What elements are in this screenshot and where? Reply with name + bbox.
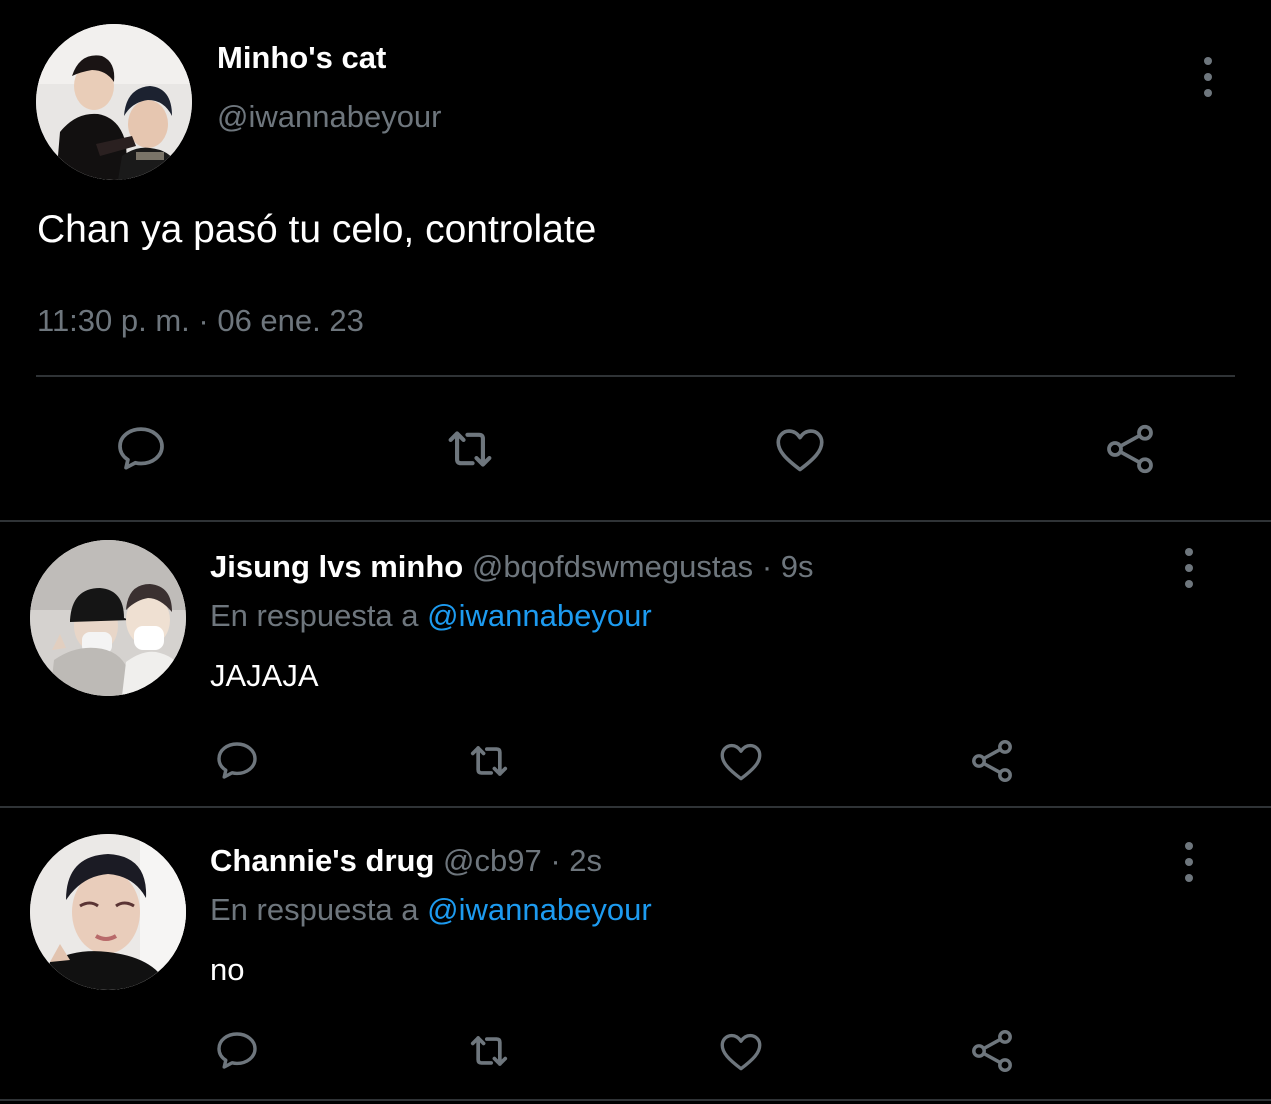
- reply-1-context: En respuesta a @iwannabeyour: [210, 598, 652, 634]
- profile-photo-icon: [36, 24, 192, 180]
- main-tweet-timestamp[interactable]: 11:30 p. m. · 06 ene. 23: [37, 302, 364, 340]
- reply-1-like-button[interactable]: [714, 734, 768, 788]
- retweet-icon: [470, 746, 508, 776]
- share-icon: [972, 1029, 1012, 1073]
- profile-photo-icon: [30, 834, 186, 990]
- main-share-button[interactable]: [1095, 414, 1165, 484]
- thread-divider: [0, 520, 1271, 522]
- reply-1-display-name[interactable]: Jisung lvs minho: [210, 549, 463, 584]
- reply-icon: [217, 1032, 257, 1069]
- main-tweet-more-icon[interactable]: [1200, 57, 1216, 97]
- main-tweet-display-name[interactable]: Minho's cat: [217, 40, 386, 76]
- reply-2-time[interactable]: · 2s: [550, 843, 602, 878]
- reply-2-retweet-button[interactable]: [462, 1024, 516, 1078]
- like-icon: [720, 1033, 762, 1071]
- reply-1-retweet-button[interactable]: [462, 734, 516, 788]
- reply-2-reply-prefix: En respuesta a: [210, 892, 419, 927]
- retweet-icon: [448, 431, 492, 467]
- profile-photo-icon: [30, 540, 186, 696]
- reply-2-reply-to-link[interactable]: @iwannabeyour: [427, 892, 652, 927]
- reply-1-share-button[interactable]: [965, 734, 1019, 788]
- main-retweet-button[interactable]: [435, 414, 505, 484]
- main-tweet-handle[interactable]: @iwannabeyour: [217, 99, 442, 135]
- reply-icon: [118, 427, 164, 470]
- reply-2-reply-button[interactable]: [210, 1024, 264, 1078]
- main-tweet-avatar[interactable]: [36, 24, 192, 180]
- reply-2-text: no: [210, 952, 245, 987]
- reply-1-time[interactable]: · 9s: [762, 549, 814, 584]
- like-icon: [776, 429, 824, 472]
- reply-2-divider: [0, 1099, 1271, 1101]
- reply-1-reply-prefix: En respuesta a: [210, 598, 419, 633]
- retweet-icon: [470, 1036, 508, 1066]
- reply-2-like-button[interactable]: [714, 1024, 768, 1078]
- reply-1-more-icon[interactable]: [1181, 548, 1197, 588]
- reply-2-display-name[interactable]: Channie's drug: [210, 843, 434, 878]
- reply-1-header: Jisung lvs minho @bqofdswmegustas · 9s: [210, 549, 814, 585]
- main-reply-button[interactable]: [106, 414, 176, 484]
- reply-1-handle[interactable]: @bqofdswmegustas: [472, 549, 753, 584]
- reply-icon: [217, 742, 257, 779]
- main-tweet-stats-divider: [36, 375, 1235, 377]
- share-icon: [1107, 424, 1153, 474]
- main-tweet-text: Chan ya pasó tu celo, controlate: [37, 208, 597, 251]
- like-icon: [720, 743, 762, 781]
- main-like-button[interactable]: [765, 414, 835, 484]
- share-icon: [972, 739, 1012, 783]
- reply-2-handle[interactable]: @cb97: [443, 843, 542, 878]
- reply-1-divider: [0, 806, 1271, 808]
- reply-2-share-button[interactable]: [965, 1024, 1019, 1078]
- reply-1-reply-button[interactable]: [210, 734, 264, 788]
- reply-2-more-icon[interactable]: [1181, 842, 1197, 882]
- reply-1-avatar[interactable]: [30, 540, 186, 696]
- reply-2-context: En respuesta a @iwannabeyour: [210, 892, 652, 928]
- reply-2-avatar[interactable]: [30, 834, 186, 990]
- reply-1-text: JAJAJA: [210, 658, 319, 693]
- reply-2-header: Channie's drug @cb97 · 2s: [210, 843, 602, 879]
- reply-1-reply-to-link[interactable]: @iwannabeyour: [427, 598, 652, 633]
